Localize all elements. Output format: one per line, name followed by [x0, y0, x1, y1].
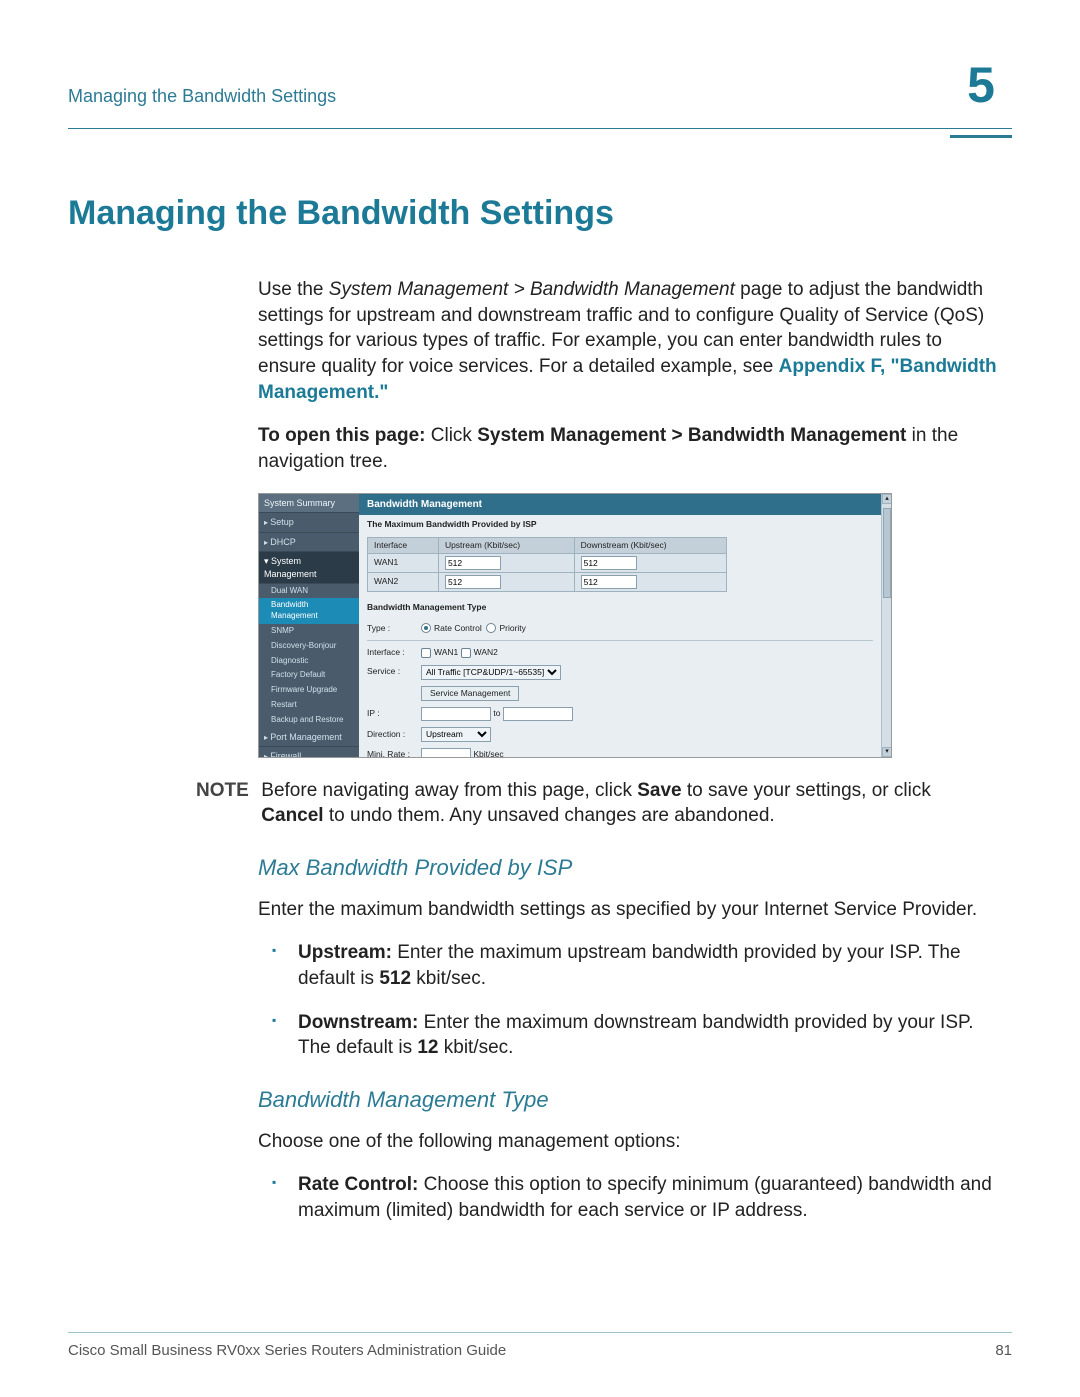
nav-setup[interactable]: Setup	[259, 513, 359, 533]
direction-label: Direction :	[367, 729, 421, 740]
bullet-rate-control: Rate Control: Choose this option to spec…	[258, 1172, 1002, 1223]
nav-discovery[interactable]: Discovery-Bonjour	[259, 639, 359, 654]
nav-firewall[interactable]: Firewall	[259, 747, 359, 757]
row-wan1-label: WAN1	[368, 554, 439, 573]
chapter-number: 5	[950, 60, 1012, 110]
panel-main: Bandwidth Management The Maximum Bandwid…	[359, 494, 881, 757]
bw-type-intro: Choose one of the following management o…	[258, 1129, 1002, 1155]
radio-rate-control[interactable]	[421, 623, 431, 633]
nav-restart[interactable]: Restart	[259, 698, 359, 713]
min-rate-unit: Kbit/sec	[473, 749, 503, 757]
nav-backup-restore[interactable]: Backup and Restore	[259, 713, 359, 728]
page-title: Managing the Bandwidth Settings	[68, 191, 1012, 237]
direction-select[interactable]: Upstream	[421, 727, 491, 742]
row-wan2-label: WAN2	[368, 573, 439, 592]
header-divider	[68, 128, 1012, 129]
isp-header: The Maximum Bandwidth Provided by ISP	[359, 515, 881, 534]
th-interface: Interface	[368, 537, 439, 553]
heading-max-bandwidth: Max Bandwidth Provided by ISP	[258, 853, 1002, 883]
note-label: NOTE	[196, 778, 256, 804]
radio-priority-label: Priority	[499, 623, 525, 634]
nav-port-management[interactable]: Port Management	[259, 728, 359, 748]
wan1-upstream-input[interactable]	[445, 556, 501, 570]
radio-rate-control-label: Rate Control	[434, 623, 482, 634]
min-rate-label: Mini. Rate :	[367, 749, 421, 757]
nav-dual-wan[interactable]: Dual WAN	[259, 584, 359, 599]
bullet-downstream: Downstream: Enter the maximum downstream…	[258, 1010, 1002, 1061]
nav-firmware-upgrade[interactable]: Firmware Upgrade	[259, 683, 359, 698]
footer-page-number: 81	[995, 1341, 1012, 1361]
ip-from-input[interactable]	[421, 707, 491, 721]
nav-diagnostic[interactable]: Diagnostic	[259, 654, 359, 669]
scroll-up-icon[interactable]: ▴	[882, 494, 892, 504]
type-label: Type :	[367, 623, 421, 634]
note-body: Before navigating away from this page, c…	[261, 778, 997, 829]
chk-wan1[interactable]	[421, 648, 431, 658]
nav-snmp[interactable]: SNMP	[259, 624, 359, 639]
running-header-title: Managing the Bandwidth Settings	[68, 72, 1012, 108]
ip-label: IP :	[367, 708, 421, 719]
scroll-thumb[interactable]	[883, 508, 891, 598]
nav-bandwidth-management[interactable]: Bandwidth Management	[259, 598, 359, 624]
panel-title: Bandwidth Management	[359, 494, 881, 516]
th-downstream: Downstream (Kbit/sec)	[574, 537, 726, 553]
radio-priority[interactable]	[486, 623, 496, 633]
service-select[interactable]: All Traffic [TCP&UDP/1~65535]	[421, 665, 561, 680]
th-upstream: Upstream (Kbit/sec)	[438, 537, 574, 553]
ip-to-input[interactable]	[503, 707, 573, 721]
footer-guide-title: Cisco Small Business RV0xx Series Router…	[68, 1341, 506, 1361]
service-management-button[interactable]: Service Management	[421, 686, 519, 701]
service-label: Service :	[367, 666, 421, 677]
open-page-paragraph: To open this page: Click System Manageme…	[258, 423, 1002, 474]
max-bandwidth-intro: Enter the maximum bandwidth settings as …	[258, 897, 1002, 923]
wan2-upstream-input[interactable]	[445, 575, 501, 589]
wan2-downstream-input[interactable]	[581, 575, 637, 589]
interface-label: Interface :	[367, 647, 421, 658]
heading-bw-type: Bandwidth Management Type	[258, 1085, 1002, 1115]
nav-factory-default[interactable]: Factory Default	[259, 668, 359, 683]
isp-table: Interface Upstream (Kbit/sec) Downstream…	[367, 537, 727, 592]
chapter-number-box: 5	[950, 60, 1012, 132]
page-footer: Cisco Small Business RV0xx Series Router…	[68, 1332, 1012, 1361]
nav-system-summary[interactable]: System Summary	[259, 494, 359, 513]
scroll-down-icon[interactable]: ▾	[882, 747, 892, 757]
nav-system-management[interactable]: ▾ System Management	[259, 552, 359, 583]
panel-scrollbar[interactable]: ▴ ▾	[881, 494, 891, 757]
chk-wan2[interactable]	[461, 648, 471, 658]
running-header: Managing the Bandwidth Settings 5	[68, 72, 1012, 153]
bullet-upstream: Upstream: Enter the maximum upstream ban…	[258, 940, 1002, 991]
note-block: NOTE Before navigating away from this pa…	[196, 778, 1002, 829]
nav-dhcp[interactable]: DHCP	[259, 533, 359, 553]
nav-tree: System Summary Setup DHCP ▾ System Manag…	[259, 494, 359, 757]
ip-to-label: to	[493, 708, 500, 719]
type-header: Bandwidth Management Type	[359, 598, 881, 617]
min-rate-input[interactable]	[421, 748, 471, 758]
intro-paragraph: Use the System Management > Bandwidth Ma…	[258, 277, 1002, 405]
wan1-downstream-input[interactable]	[581, 556, 637, 570]
embedded-screenshot: System Summary Setup DHCP ▾ System Manag…	[258, 493, 1002, 758]
